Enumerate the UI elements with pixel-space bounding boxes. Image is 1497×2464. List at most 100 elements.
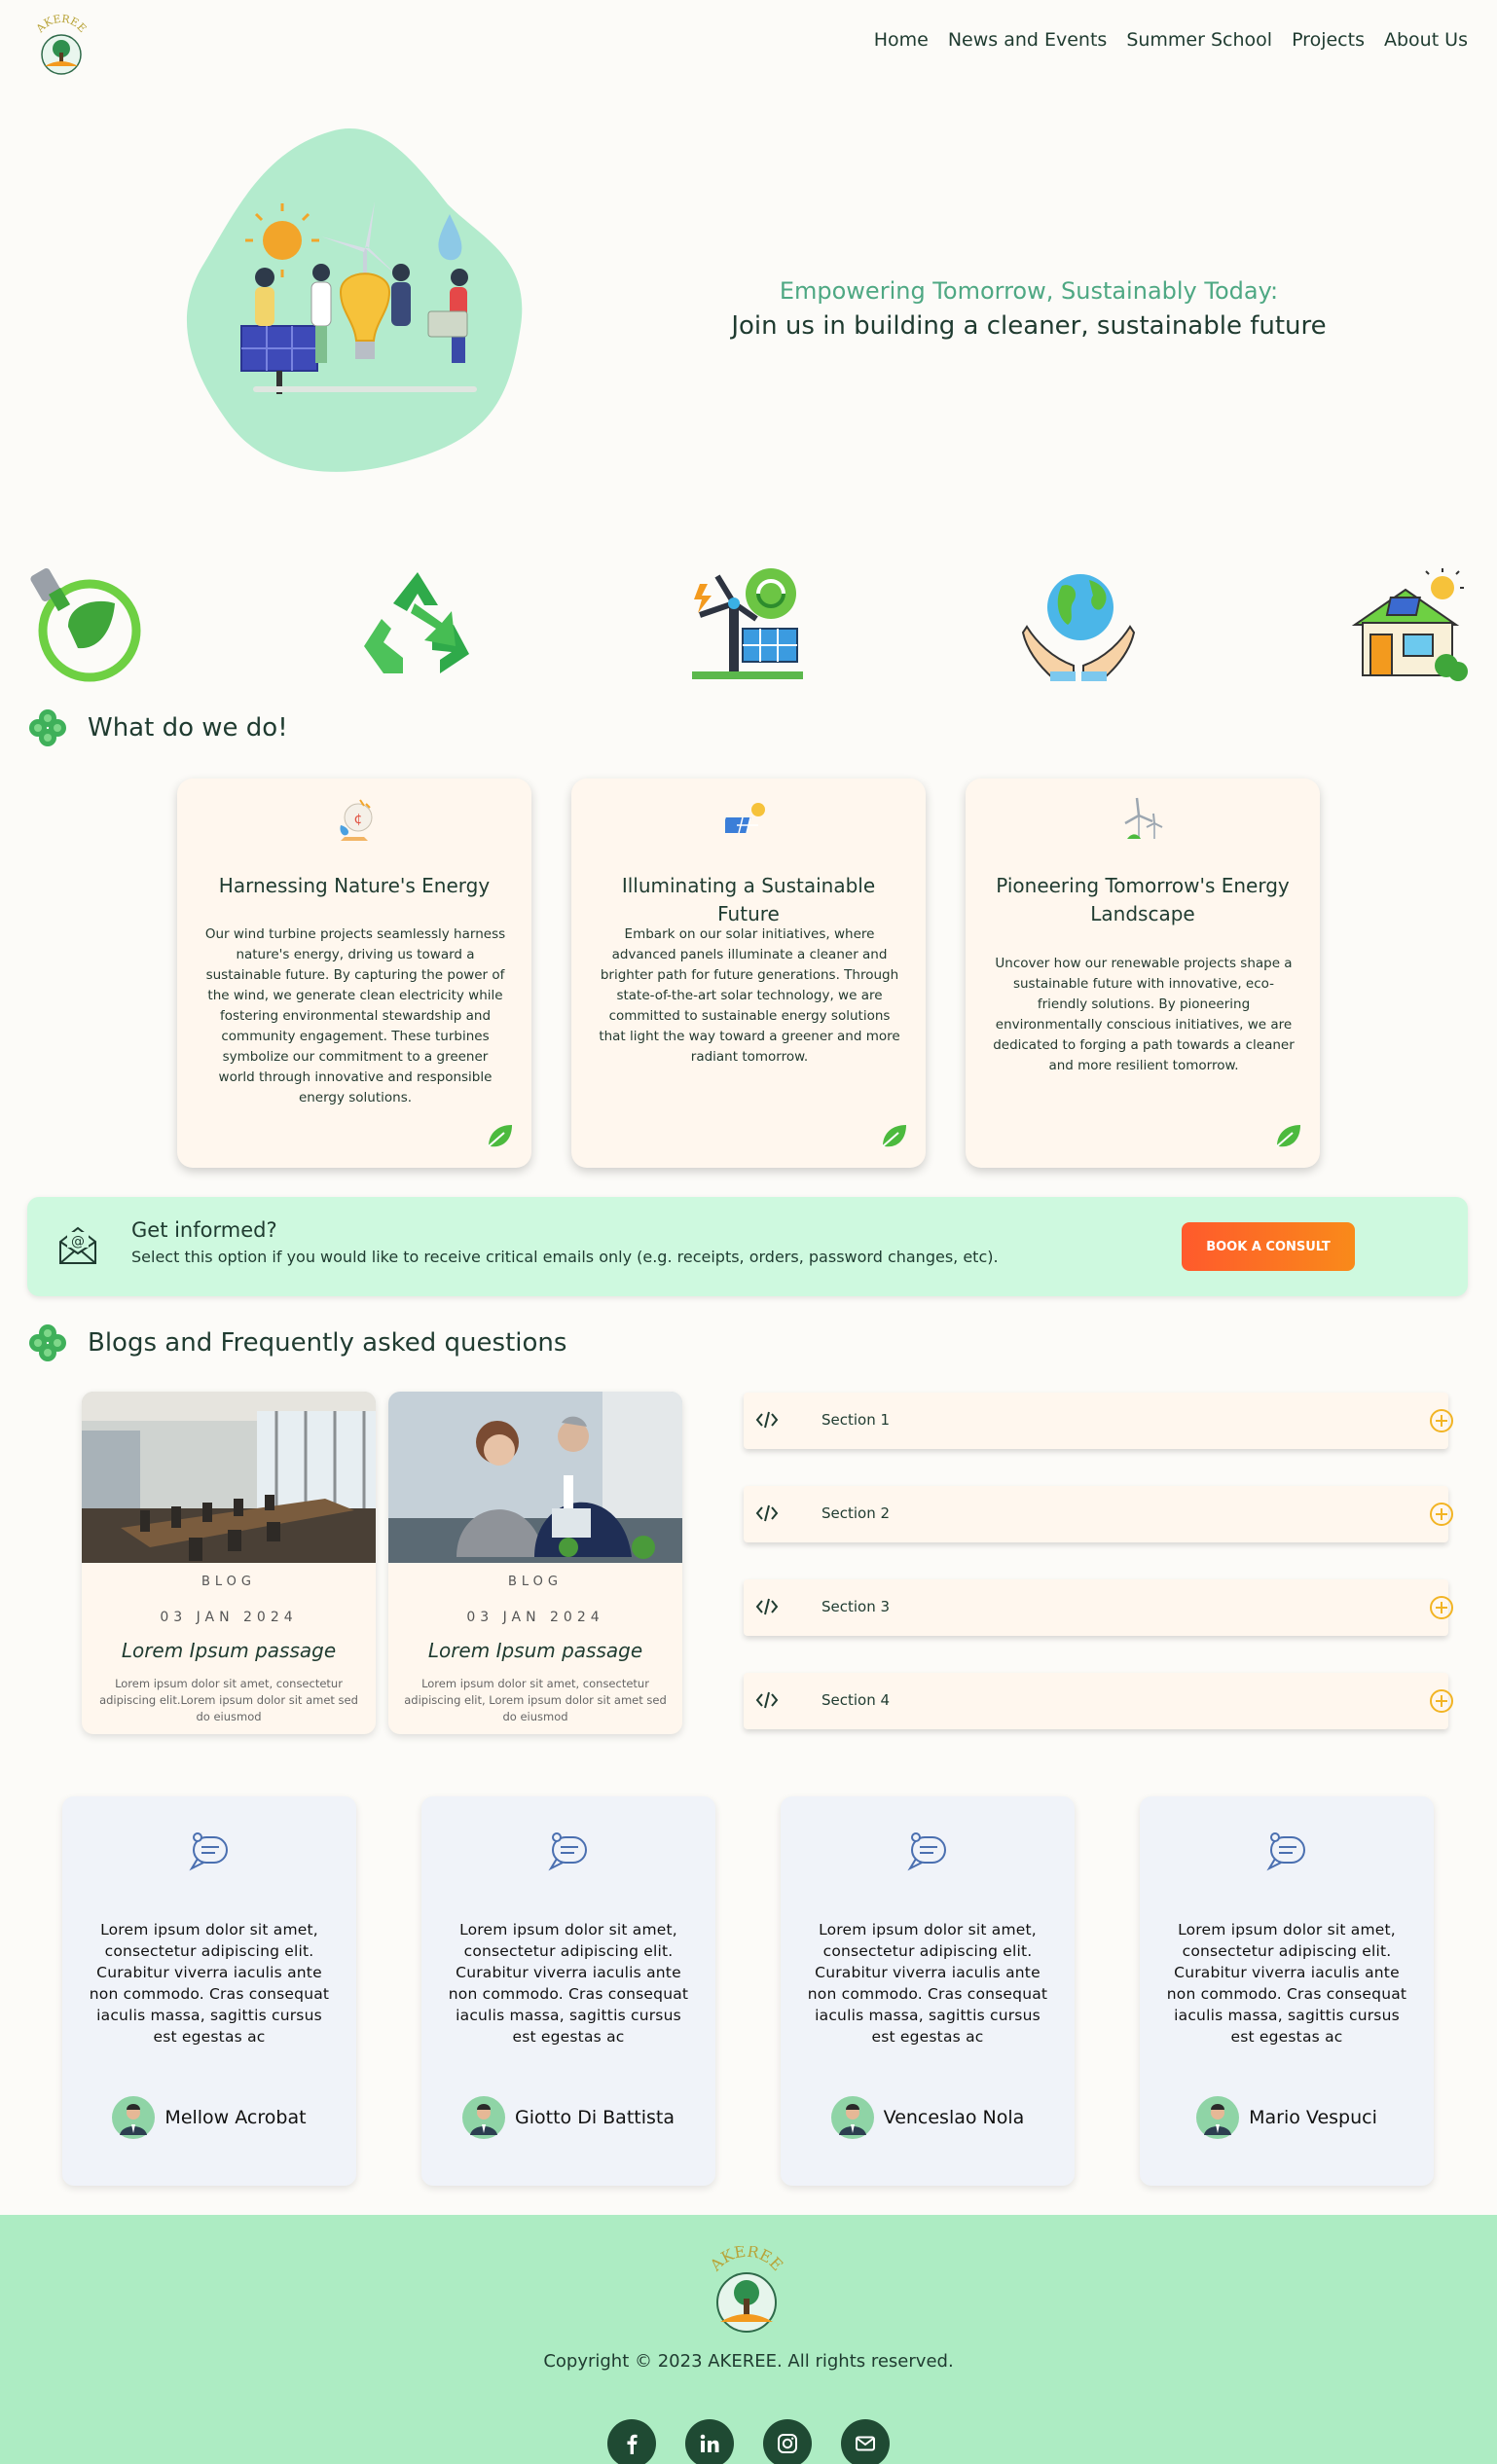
clover-icon (29, 1324, 66, 1361)
feature-icon-row (0, 564, 1497, 683)
leaf-icon (882, 1125, 906, 1147)
testimonial-text: Lorem ipsum dolor sit amet, consectetur … (448, 1921, 689, 2046)
card-text: Uncover how our renewable projects shape… (993, 956, 1295, 1073)
linkedin-icon (700, 2434, 719, 2452)
blog-date: 03 JAN 2024 (160, 1610, 298, 1625)
svg-text:AKEREE: AKEREE (33, 14, 89, 36)
code-icon (755, 1504, 779, 1522)
akeree-logo[interactable]: AKEREE (29, 14, 93, 78)
service-card-wind: ¢ Harnessing Nature's Energy Our wind tu… (177, 779, 531, 1168)
avatar (462, 2096, 505, 2139)
testimonial-text: Lorem ipsum dolor sit amet, consectetur … (1166, 1921, 1407, 2046)
code-icon (755, 1411, 779, 1429)
facebook-link[interactable] (607, 2419, 656, 2464)
expand-plus-icon[interactable] (1429, 1408, 1454, 1433)
avatar (112, 2096, 156, 2139)
faq-section-4[interactable]: Section 4 (744, 1673, 1453, 1729)
svg-text:AKEREE: AKEREE (706, 2246, 786, 2275)
solar-house-icon (1351, 568, 1468, 681)
author-name: Mario Vespuci (1249, 2107, 1377, 2128)
faq-label: Section 4 (822, 1691, 891, 1709)
nav-summer-school[interactable]: Summer School (1126, 29, 1272, 51)
instagram-link[interactable] (763, 2419, 812, 2464)
blog-date: 03 JAN 2024 (466, 1610, 604, 1625)
faq-section-2[interactable]: Section 2 (744, 1486, 1453, 1542)
blog-card[interactable]: BLOG 03 JAN 2024 Lorem Ipsum passage Lor… (388, 1392, 682, 1734)
top-navigation: AKEREE Home News and Events Summer Schoo… (0, 0, 1497, 90)
get-informed-banner: @ Get informed? Select this option if yo… (27, 1197, 1468, 1296)
linkedin-link[interactable] (685, 2419, 734, 2464)
wind-solar-icon (692, 568, 803, 679)
testimonial-card: Lorem ipsum dolor sit amet, consectetur … (421, 1796, 715, 2186)
email-link[interactable] (841, 2419, 890, 2464)
what-we-do-heading: What do we do! (27, 707, 288, 748)
code-icon (755, 1691, 779, 1709)
blogs-faq-heading: Blogs and Frequently asked questions (27, 1323, 566, 1363)
blog-category: BLOG (201, 1575, 256, 1589)
nav-about-us[interactable]: About Us (1384, 29, 1468, 51)
nav-projects[interactable]: Projects (1292, 29, 1365, 51)
avatar (1196, 2096, 1240, 2139)
hero-title: Join us in building a cleaner, sustainab… (731, 311, 1327, 341)
email-icon (856, 2436, 875, 2451)
card-title: Pioneering Tomorrow's Energy Landscape (996, 874, 1290, 925)
card-title: Illuminating a Sustainable Future (621, 874, 876, 925)
svg-text:¢: ¢ (354, 812, 363, 827)
nav-news-and-events[interactable]: News and Events (948, 29, 1108, 51)
chat-bubble-icon (189, 1832, 228, 1871)
blog-title[interactable]: Lorem Ipsum passage (82, 1639, 376, 1662)
instagram-icon (778, 2434, 797, 2453)
faq-label: Section 3 (822, 1598, 891, 1615)
energy-plug-leaf-icon (30, 567, 141, 682)
testimonial-text: Lorem ipsum dolor sit amet, consectetur … (89, 1921, 330, 2046)
hero-subtitle: Empowering Tomorrow, Sustainably Today: (779, 277, 1279, 305)
hero-text: Empowering Tomorrow, Sustainably Today: … (681, 274, 1376, 344)
globe-hands-icon (1021, 574, 1136, 681)
service-card-renewable: Pioneering Tomorrow's Energy Landscape U… (966, 779, 1320, 1168)
card-text: Embark on our solar initiatives, where a… (599, 926, 900, 1065)
testimonial-author: Mario Vespuci (1140, 2096, 1434, 2139)
hero-illustration (186, 128, 523, 472)
testimonial-card: Lorem ipsum dolor sit amet, consectetur … (1140, 1796, 1434, 2186)
blog-excerpt: Lorem ipsum dolor sit amet, consectetur … (404, 1677, 667, 1723)
energy-bulb-icon: ¢ (340, 799, 373, 841)
card-title: Harnessing Nature's Energy (218, 874, 491, 897)
nav-home[interactable]: Home (874, 29, 929, 51)
chat-bubble-icon (548, 1832, 587, 1871)
testimonial-author: Giotto Di Battista (421, 2096, 715, 2139)
leaf-icon (1276, 1125, 1300, 1147)
author-name: Mellow Acrobat (164, 2107, 307, 2128)
expand-plus-icon[interactable] (1429, 1502, 1454, 1527)
testimonial-author: Mellow Acrobat (62, 2096, 356, 2139)
blog-category: BLOG (507, 1575, 563, 1589)
faq-label: Section 2 (822, 1504, 891, 1522)
section-title: What do we do! (88, 713, 288, 743)
chat-bubble-icon (907, 1832, 946, 1871)
faq-section-1[interactable]: Section 1 (744, 1393, 1453, 1449)
faq-section-3[interactable]: Section 3 (744, 1579, 1453, 1636)
business-meeting-photo (388, 1392, 682, 1563)
expand-plus-icon[interactable] (1429, 1595, 1454, 1620)
author-name: Venceslao Nola (883, 2107, 1025, 2128)
chat-bubble-icon (1266, 1832, 1305, 1871)
copyright: Copyright © 2023 AKEREE. All rights rese… (543, 2351, 954, 2372)
avatar (830, 2096, 874, 2139)
inform-title: Get informed? (131, 1218, 277, 1242)
blog-excerpt: Lorem ipsum dolor sit amet, consectetur … (99, 1677, 358, 1723)
footer: AKEREE Copyright © 2023 AKEREE. All righ… (0, 2215, 1497, 2464)
facebook-icon (627, 2434, 638, 2454)
blog-card[interactable]: BLOG 03 JAN 2024 Lorem Ipsum passage Lor… (82, 1392, 376, 1734)
clover-icon (29, 709, 66, 746)
expand-plus-icon[interactable] (1429, 1688, 1454, 1714)
book-consult-button[interactable]: BOOK A CONSULT (1182, 1222, 1355, 1271)
blog-title[interactable]: Lorem Ipsum passage (388, 1639, 682, 1662)
leaf-icon (488, 1125, 512, 1147)
akeree-footer-logo[interactable]: AKEREE (701, 2246, 792, 2337)
recycle-icon (364, 572, 469, 673)
svg-text:@: @ (71, 1234, 85, 1250)
code-icon (755, 1598, 779, 1615)
testimonial-text: Lorem ipsum dolor sit amet, consectetur … (807, 1921, 1048, 2046)
card-text: Our wind turbine projects seamlessly har… (204, 926, 506, 1105)
section-title: Blogs and Frequently asked questions (88, 1328, 567, 1358)
service-card-solar: Illuminating a Sustainable Future Embark… (571, 779, 926, 1168)
